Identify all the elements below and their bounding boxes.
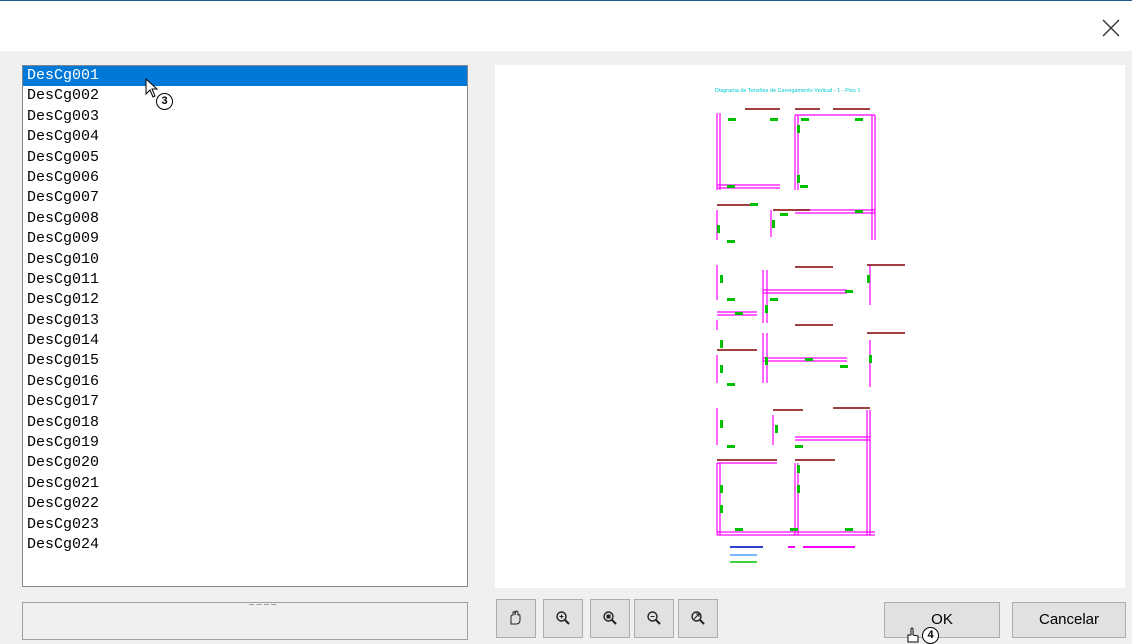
plan-support: [765, 357, 768, 365]
pan-icon: [510, 610, 521, 625]
list-item[interactable]: DesCg007: [23, 188, 467, 208]
cancel-button[interactable]: Cancelar: [1012, 602, 1126, 638]
plan-support: [840, 365, 848, 368]
list-item[interactable]: DesCg015: [23, 351, 467, 371]
drawing-listbox[interactable]: DesCg001 DesCg002 DesCg003 DesCg004 DesCg005…: [22, 65, 468, 587]
step-3-badge: 3: [156, 93, 173, 110]
list-item[interactable]: DesCg002: [23, 86, 467, 106]
plan-support: [780, 213, 788, 216]
plan-support: [727, 240, 735, 243]
step-4-badge: 4: [922, 627, 939, 644]
plan-support: [867, 275, 870, 283]
list-item[interactable]: DesCg016: [23, 372, 467, 392]
zoom-window-button[interactable]: [590, 599, 630, 638]
list-item[interactable]: DesCg018: [23, 413, 467, 433]
zoom-extents-icon: [691, 611, 705, 625]
plan-support: [855, 210, 863, 213]
status-panel: ¯ ¯ ¯ ¯: [22, 602, 468, 640]
list-item[interactable]: DesCg001: [23, 66, 467, 87]
plan-support: [797, 485, 800, 493]
plan-support: [727, 185, 735, 188]
list-item[interactable]: DesCg023: [23, 515, 467, 535]
zoom-in-button[interactable]: [543, 599, 583, 638]
plan-support: [720, 505, 723, 513]
plan-support: [765, 305, 768, 313]
plan-support: [735, 528, 743, 531]
plan-support: [845, 290, 853, 293]
list-item[interactable]: DesCg004: [23, 127, 467, 147]
zoom-window-icon: [603, 611, 617, 625]
floor-plan-drawing: Diagrama de Tensões de Carregamento Vert…: [715, 88, 905, 563]
list-item[interactable]: DesCg003: [23, 107, 467, 127]
plan-support: [720, 275, 723, 283]
plan-support: [720, 365, 723, 373]
list-item[interactable]: DesCg022: [23, 494, 467, 514]
pan-button[interactable]: [496, 599, 536, 638]
list-item[interactable]: DesCg005: [23, 148, 467, 168]
plan-support: [797, 175, 800, 183]
plan-support: [869, 355, 872, 363]
list-item[interactable]: DesCg014: [23, 331, 467, 351]
plan-support: [805, 358, 813, 361]
close-button[interactable]: [1094, 11, 1128, 45]
list-item[interactable]: DesCg020: [23, 453, 467, 473]
close-icon: [1102, 19, 1120, 37]
zoom-extents-button[interactable]: [678, 599, 718, 638]
drawing-preview[interactable]: Diagrama de Tensões de Carregamento Vert…: [495, 65, 1125, 588]
plan-support: [772, 220, 775, 228]
list-item[interactable]: DesCg017: [23, 392, 467, 412]
plan-support: [801, 118, 809, 121]
plan-support: [720, 340, 723, 348]
dialog-window: DesCg001 DesCg002 DesCg003 DesCg004 DesCg005…: [0, 0, 1132, 644]
plan-support: [797, 125, 800, 133]
plan-support: [727, 445, 735, 448]
zoom-out-button[interactable]: [634, 599, 674, 638]
plan-support: [795, 445, 803, 448]
list-items: DesCg001 DesCg002 DesCg003 DesCg004 DesCg005…: [23, 66, 467, 555]
drawing-title: Diagrama de Tensões de Carregamento Vert…: [715, 88, 860, 94]
plan-support: [775, 425, 778, 433]
plan-support: [845, 528, 853, 531]
list-item[interactable]: DesCg013: [23, 311, 467, 331]
zoom-in-icon: [556, 611, 570, 625]
plan-support: [750, 203, 758, 206]
status-text: ¯ ¯ ¯ ¯: [249, 603, 277, 613]
plan-support: [770, 298, 778, 301]
zoom-out-icon: [647, 611, 661, 625]
list-item[interactable]: DesCg021: [23, 474, 467, 494]
plan-support: [770, 118, 778, 121]
plan-support: [728, 118, 736, 121]
list-item[interactable]: DesCg024: [23, 535, 467, 555]
list-item[interactable]: DesCg006: [23, 168, 467, 188]
plan-support: [800, 185, 808, 188]
list-item[interactable]: DesCg009: [23, 229, 467, 249]
list-item[interactable]: DesCg011: [23, 270, 467, 290]
plan-support: [727, 298, 735, 301]
plan-support: [727, 383, 735, 386]
plan-support: [720, 485, 723, 493]
plan-support: [717, 225, 720, 233]
ok-button[interactable]: OK: [884, 602, 1000, 638]
plan-support: [797, 465, 800, 473]
list-item[interactable]: DesCg010: [23, 250, 467, 270]
list-item[interactable]: DesCg019: [23, 433, 467, 453]
plan-support: [720, 420, 723, 428]
plan-support: [790, 528, 798, 531]
list-item[interactable]: DesCg012: [23, 290, 467, 310]
title-bar: [0, 1, 1132, 51]
list-item[interactable]: DesCg008: [23, 209, 467, 229]
plan-support: [855, 118, 863, 121]
plan-support: [735, 312, 743, 315]
